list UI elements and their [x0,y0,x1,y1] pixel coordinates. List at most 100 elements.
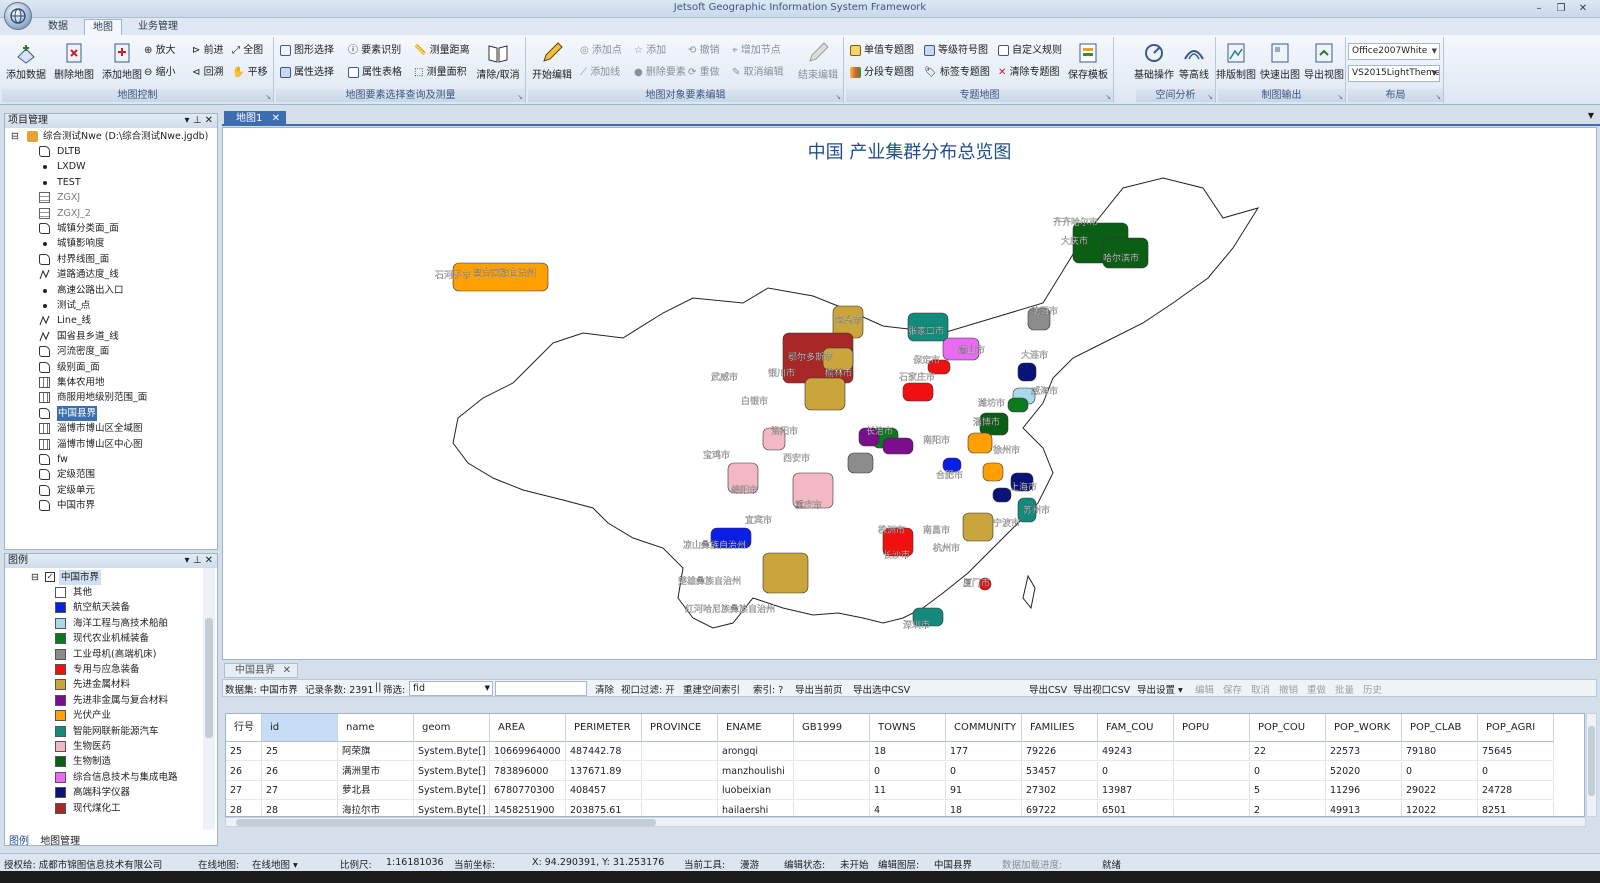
dialog-launcher-icon[interactable]: ↘ [1105,93,1111,101]
cancel-button[interactable]: 取消 [1251,682,1270,696]
add-node-button[interactable]: ⌖ 增加节点 [732,43,781,59]
tab-business[interactable]: 业务管理 [130,19,186,35]
map-view[interactable]: 中国 产业集群分布总览图 齐齐哈尔市 大庆市 哈尔滨市 石河子市 昌吉回族自治州 包头市鄂… [222,127,1597,660]
table-cell[interactable]: 22573 [1326,742,1402,761]
column-header[interactable]: FAM_COU [1098,714,1174,742]
table-cell[interactable]: 26 [226,761,262,781]
table-cell[interactable]: 24728 [1478,781,1554,800]
redo-button[interactable]: ⟳ 重做 [688,65,720,81]
filter-field-select[interactable]: fid ▼ [409,681,493,696]
table-cell[interactable]: 2 [1250,800,1326,816]
custom-rule-button[interactable]: 自定义规则 [998,43,1062,59]
panel-pin-close-icons[interactable]: ▾ ⊥ ✕ [185,554,213,567]
tab-data[interactable]: 数据 [40,19,76,35]
table-cell[interactable]: 25 [262,742,338,761]
dialog-launcher-icon[interactable]: ↘ [265,93,271,101]
column-header[interactable]: GB1999 [794,714,870,742]
table-cell[interactable]: 783896000 [490,761,566,781]
history-button[interactable]: 历史 [1363,682,1382,696]
contour-button[interactable]: 等高线 [1170,39,1218,83]
table-cell[interactable]: 91 [946,781,1022,800]
redo-button[interactable]: 重做 [1307,682,1326,696]
table-cell[interactable]: 阿荣旗 [338,742,414,761]
attr-select-button[interactable]: 属性选择 [280,65,334,81]
table-cell[interactable]: 13987 [1098,781,1174,800]
grid-vertical-scrollbar[interactable] [1586,713,1597,817]
table-cell[interactable]: 79226 [1022,742,1098,761]
table-cell[interactable]: 69722 [1022,800,1098,816]
table-cell[interactable]: 6780770300 [490,781,566,800]
export-csv-button[interactable]: 导出CSV [1029,682,1067,696]
dialog-launcher-icon[interactable]: ↘ [1435,93,1441,101]
column-header[interactable]: AREA [490,714,566,742]
dialog-launcher-icon[interactable]: ↘ [835,93,841,101]
undo-button[interactable]: 撤销 [1279,682,1298,696]
collapse-icon[interactable]: ⊟ [11,129,19,144]
table-cell[interactable]: 4 [870,800,946,816]
table-cell[interactable] [642,742,718,761]
identify-button[interactable]: ⓘ 要素识别 [348,43,401,59]
column-header[interactable]: POP_CLAB [1402,714,1478,742]
delete-feature-button[interactable]: ● 删除要素 [634,65,686,81]
close-tab-icon[interactable]: ✕ [283,664,291,677]
table-cell[interactable] [642,781,718,800]
table-cell[interactable]: 6501 [1098,800,1174,816]
table-cell[interactable]: 49913 [1326,800,1402,816]
table-cell[interactable]: 0 [1402,761,1478,781]
cancel-edit-button[interactable]: ✎ 取消编辑 [732,65,784,81]
forward-button[interactable]: ⊳ 前进 [192,43,224,59]
theme-combo-1[interactable]: Office2007White ▼ [1348,43,1440,60]
table-cell[interactable]: 18 [870,742,946,761]
table-cell[interactable]: 12022 [1402,800,1478,816]
table-cell[interactable]: 11296 [1326,781,1402,800]
tab-list-icon[interactable]: ▼ [1588,111,1594,120]
clear-cancel-button[interactable]: 清除/取消 [474,39,522,83]
table-cell[interactable]: manzhoulishi [718,761,794,781]
grid-horizontal-scrollbar[interactable] [225,817,1586,827]
table-cell[interactable]: System.Byte[] [414,800,490,816]
table-cell[interactable]: 75645 [1478,742,1554,761]
table-cell[interactable]: 0 [870,761,946,781]
table-cell[interactable]: 53457 [1022,761,1098,781]
quick-map-button[interactable]: 快速出图 [1256,39,1304,83]
graduated-symbol-button[interactable]: 等级符号图 [924,43,988,59]
clear-thematic-button[interactable]: ✕ 清除专题图 [998,65,1060,81]
attr-table-button[interactable]: 属性表格 [348,65,402,81]
column-header[interactable]: 行号 [226,714,262,742]
table-cell[interactable]: 177 [946,742,1022,761]
column-header[interactable]: ENAME [718,714,794,742]
legend-scrollbar[interactable] [203,568,215,830]
tab-map-manage[interactable]: 地图管理 [40,836,80,847]
table-cell[interactable]: 8251 [1478,800,1554,816]
table-cell[interactable]: 79180 [1402,742,1478,761]
class-break-button[interactable]: 分段专题图 [850,65,914,81]
clear-filter-button[interactable]: 清除 [595,682,614,696]
zoom-in-button[interactable]: ⊕ 放大 [144,43,176,59]
column-header[interactable]: PROVINCE [642,714,718,742]
rebuild-index-button[interactable]: 重建空间索引 [683,682,740,696]
table-cell[interactable]: luobeixian [718,781,794,800]
batch-button[interactable]: 批量 [1335,682,1354,696]
table-cell[interactable] [1174,781,1250,800]
table-cell[interactable]: 28 [226,800,262,816]
export-view-button[interactable]: 导出视图 [1300,39,1348,83]
table-cell[interactable]: System.Byte[] [414,761,490,781]
table-cell[interactable]: 萝北县 [338,781,414,800]
save-template-button[interactable]: 保存模板 [1064,39,1112,83]
table-cell[interactable]: 海拉尔市 [338,800,414,816]
attribute-grid[interactable]: 行号 25 26 27 28 id 25 26 27 28 name 阿荣旗 满洲里市 萝北县 海拉尔市 ge… [225,713,1585,817]
table-cell[interactable]: System.Byte[] [414,742,490,761]
table-cell[interactable]: 137671.89 [566,761,642,781]
column-header[interactable]: TOWNS [870,714,946,742]
shape-select-button[interactable]: 图形选择 [280,43,334,59]
layout-map-button[interactable]: 排版制图 [1212,39,1260,83]
table-cell[interactable] [1174,742,1250,761]
table-cell[interactable]: 满洲里市 [338,761,414,781]
label-map-button[interactable]: 🏷 标签专题图 [924,65,990,81]
back-button[interactable]: ⊲ 回溯 [192,65,224,81]
export-view-csv-button[interactable]: 导出视口CSV [1073,682,1130,696]
table-cell[interactable]: 487442.78 [566,742,642,761]
add-map-button[interactable]: 添加地图 [98,39,146,83]
table-cell[interactable]: 0 [1478,761,1554,781]
table-cell[interactable]: 5 [1250,781,1326,800]
